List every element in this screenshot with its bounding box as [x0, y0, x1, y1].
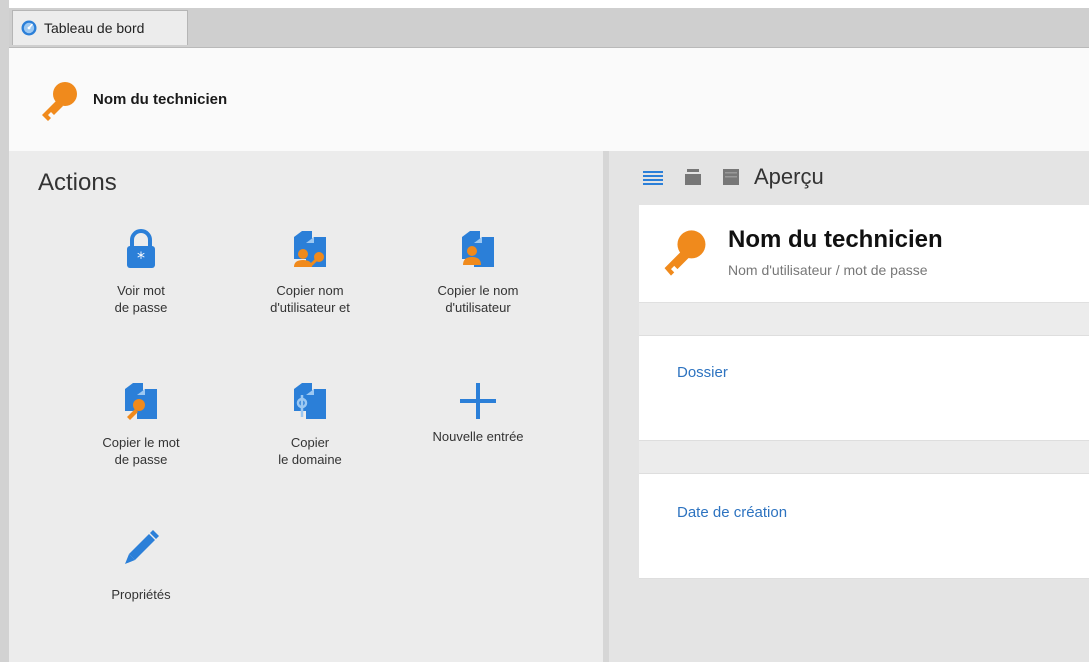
field-folder: Dossier	[639, 335, 1089, 441]
action-label: Propriétés	[111, 587, 171, 602]
lock-icon: *	[127, 229, 155, 268]
action-copy-username[interactable]: Copier le nom d'utilisateur	[403, 229, 553, 316]
section-gap	[639, 303, 1089, 335]
action-copy-password[interactable]: Copier le mot de passe	[66, 381, 216, 468]
plus-icon	[460, 383, 496, 419]
copy-user-password-icon	[294, 231, 326, 268]
list-view-icon[interactable]	[642, 169, 664, 185]
preview-toolbar: Aperçu	[609, 151, 1089, 203]
details-view-icon[interactable]	[722, 168, 740, 186]
tab-dashboard[interactable]: Tableau de bord	[12, 10, 188, 45]
field-label: Date de création	[677, 504, 788, 521]
field-creation-date: Date de création	[639, 473, 1089, 579]
action-label: Copier le domaine	[278, 435, 342, 467]
field-label: Dossier	[677, 364, 728, 381]
dashboard-icon	[21, 20, 37, 36]
tiles-view-icon[interactable]	[684, 168, 702, 186]
entry-title: Nom du technicien	[728, 226, 943, 253]
entry-subtitle: Nom d'utilisateur / mot de passe	[728, 262, 928, 278]
actions-panel: Actions * Voir mot de passe Copier nom d…	[9, 151, 603, 662]
pencil-icon	[125, 530, 159, 564]
copy-user-icon	[462, 231, 494, 267]
action-copy-user-password[interactable]: Copier nom d'utilisateur et	[235, 229, 385, 316]
action-label: Voir mot de passe	[114, 283, 168, 315]
action-label: Copier le nom d'utilisateur	[437, 283, 519, 315]
copy-password-icon	[125, 383, 157, 420]
copy-domain-icon	[294, 383, 326, 419]
actions-title: Actions	[38, 169, 117, 196]
preview-title: Aperçu	[754, 164, 824, 189]
window-frame	[0, 0, 9, 662]
svg-text:*: *	[137, 248, 145, 267]
action-label: Copier nom d'utilisateur et	[270, 283, 350, 315]
action-label: Copier le mot de passe	[102, 435, 180, 467]
key-icon	[664, 230, 706, 276]
action-properties[interactable]: Propriétés	[66, 526, 216, 603]
action-new-entry[interactable]: Nouvelle entrée	[403, 381, 553, 445]
header: Nom du technicien	[9, 48, 1089, 151]
header-title: Nom du technicien	[93, 91, 228, 108]
entry-header-card: Nom du technicien Nom d'utilisateur / mo…	[639, 205, 1089, 303]
section-gap	[639, 441, 1089, 473]
tab-label: Tableau de bord	[44, 20, 145, 36]
action-view-password[interactable]: * Voir mot de passe	[66, 229, 216, 316]
key-icon	[42, 82, 77, 121]
tab-bar: Tableau de bord	[9, 8, 1089, 48]
action-label: Nouvelle entrée	[432, 429, 524, 444]
preview-panel: Aperçu Nom du technicien Nom d'utilisate…	[609, 151, 1089, 662]
action-copy-domain[interactable]: Copier le domaine	[235, 381, 385, 468]
